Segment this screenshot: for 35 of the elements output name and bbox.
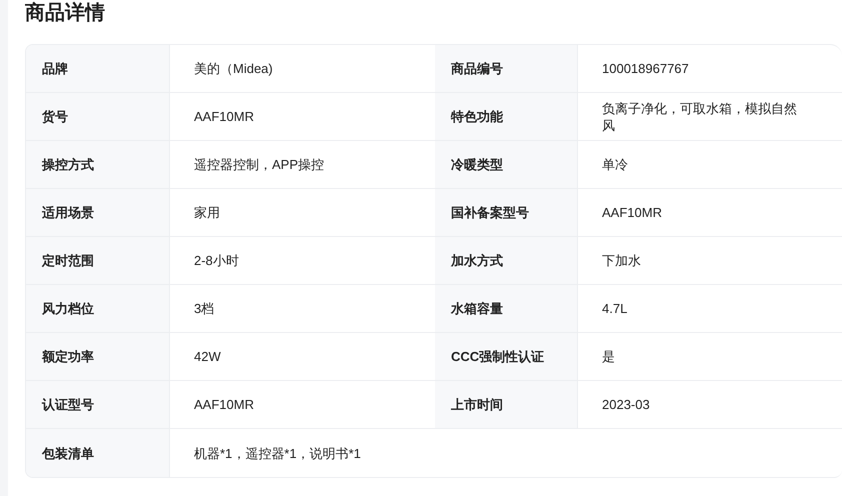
spec-label: 商品编号: [451, 60, 503, 77]
spec-value: 下加水: [602, 252, 641, 269]
spec-label: 包装清单: [42, 444, 94, 462]
spec-value: 42W: [194, 348, 221, 365]
spec-label: 定时范围: [42, 252, 94, 269]
spec-value: 单冷: [602, 156, 628, 173]
spec-value: 机器*1，遥控器*1，说明书*1: [194, 444, 361, 462]
spec-label: 水箱容量: [451, 300, 503, 317]
spec-label: 上市时间: [451, 396, 503, 413]
spec-label: 货号: [42, 108, 68, 125]
spec-value: 遥控器控制，APP操控: [194, 156, 324, 173]
section-title: 商品详情: [25, 0, 106, 26]
spec-value: 是: [602, 348, 615, 365]
spec-label: 适用场景: [42, 204, 94, 221]
spec-value: AAF10MR: [194, 396, 254, 413]
spec-value: 3档: [194, 300, 214, 317]
spec-label: 特色功能: [451, 108, 503, 125]
spec-label: 操控方式: [42, 156, 94, 173]
spec-value: 美的（Midea): [194, 60, 273, 77]
spec-value: AAF10MR: [602, 204, 662, 221]
spec-value: 2023-03: [602, 396, 650, 413]
spec-value: 2-8小时: [194, 252, 239, 269]
spec-label: 认证型号: [42, 396, 94, 413]
spec-value: 家用: [194, 204, 220, 221]
spec-label: 风力档位: [42, 300, 94, 317]
spec-label: CCC强制性认证: [451, 348, 544, 365]
spec-label: 额定功率: [42, 348, 94, 365]
spec-label: 品牌: [42, 60, 68, 77]
spec-value: 4.7L: [602, 300, 628, 317]
spec-label: 国补备案型号: [451, 204, 529, 221]
spec-label: 加水方式: [451, 252, 503, 269]
spec-value: 负离子净化，可取水箱，模拟自然风: [602, 100, 798, 134]
spec-label: 冷暖类型: [451, 156, 503, 173]
spec-value: AAF10MR: [194, 108, 254, 125]
spec-value: 100018967767: [602, 60, 689, 77]
